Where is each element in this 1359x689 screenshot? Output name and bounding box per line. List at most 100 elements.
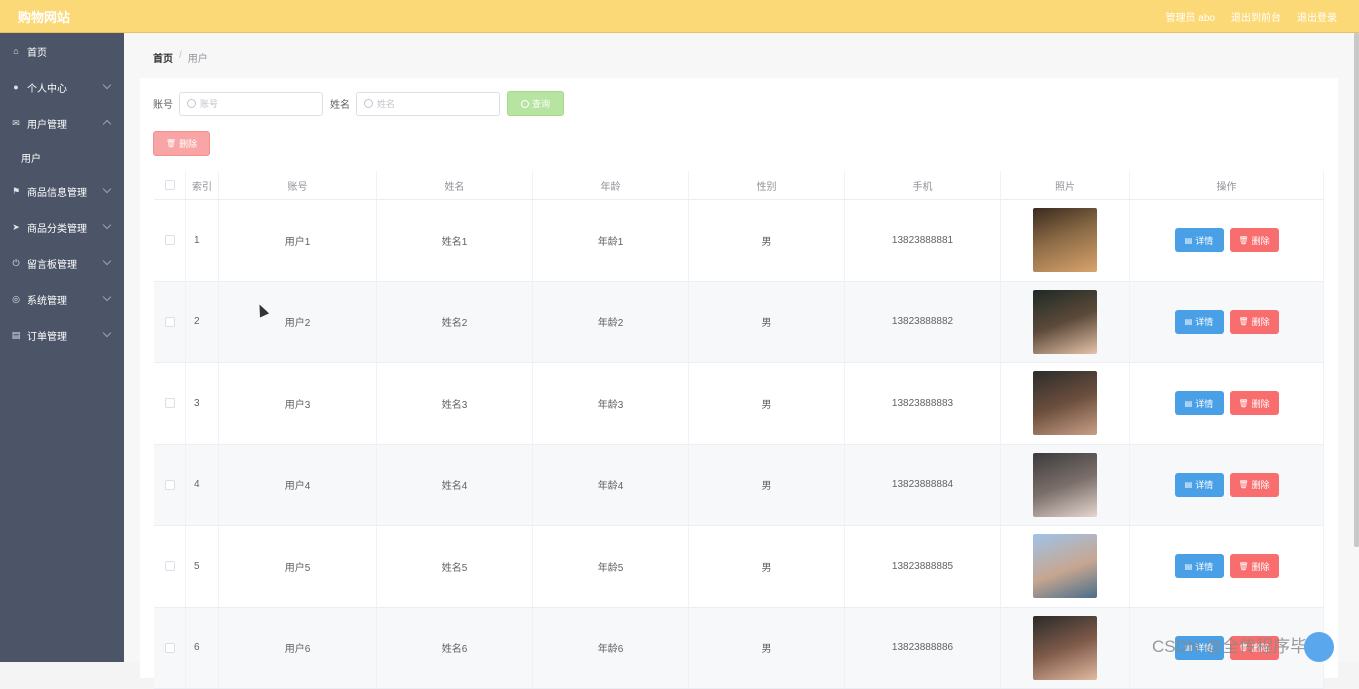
table-row: 1用户1姓名1年龄1男13823888881▤详情🗑删除 bbox=[154, 200, 1324, 282]
power-icon: ⏻ bbox=[11, 258, 21, 268]
detail-button[interactable]: ▤详情 bbox=[1175, 391, 1224, 415]
account-placeholder: 账号 bbox=[200, 97, 218, 110]
trash-icon: 🗑 bbox=[1238, 317, 1248, 326]
cell-photo bbox=[1001, 608, 1130, 689]
breadcrumb-current: 用户 bbox=[188, 50, 208, 65]
query-button[interactable]: 查询 bbox=[507, 91, 564, 116]
watermark: CSDN @全传程序毕设 bbox=[1152, 632, 1324, 657]
sidebar-item-label: 订单管理 bbox=[27, 328, 67, 343]
sidebar-item-user-management[interactable]: ✉ 用户管理 bbox=[0, 105, 124, 141]
delete-button-label: 删除 bbox=[1252, 315, 1270, 328]
admin-user-label: 管理员 abo bbox=[1166, 9, 1215, 24]
bulk-delete-label: 删除 bbox=[179, 137, 197, 150]
sidebar-item-product-info[interactable]: ⚑ 商品信息管理 bbox=[0, 173, 124, 209]
sidebar-item-home[interactable]: ⌂ 首页 bbox=[0, 33, 124, 69]
detail-button[interactable]: ▤详情 bbox=[1175, 554, 1224, 578]
row-checkbox-cell[interactable] bbox=[154, 608, 186, 689]
document-icon: ▤ bbox=[1185, 399, 1193, 408]
sidebar-item-product-category[interactable]: ➤ 商品分类管理 bbox=[0, 209, 124, 245]
delete-button-label: 删除 bbox=[1252, 397, 1270, 410]
name-placeholder: 姓名 bbox=[377, 97, 395, 110]
row-checkbox[interactable] bbox=[165, 480, 175, 490]
trash-icon: 🗑 bbox=[1238, 399, 1248, 408]
document-icon: ▤ bbox=[1185, 236, 1193, 245]
detail-button[interactable]: ▤详情 bbox=[1175, 473, 1224, 497]
trash-icon: 🗑 bbox=[1238, 562, 1248, 571]
row-checkbox-cell[interactable] bbox=[154, 200, 186, 281]
detail-button-label: 详情 bbox=[1195, 560, 1213, 573]
cell-index: 3 bbox=[186, 363, 219, 444]
user-photo bbox=[1033, 208, 1097, 272]
document-icon: ▤ bbox=[1185, 317, 1193, 326]
breadcrumb-home[interactable]: 首页 bbox=[153, 50, 173, 65]
bulk-delete-button[interactable]: 🗑 删除 bbox=[153, 131, 210, 156]
sidebar-item-system[interactable]: ◎ 系统管理 bbox=[0, 281, 124, 317]
main-content: 首页 / 用户 账号 账号 姓名 姓名 查询 🗑 删除 bbox=[124, 33, 1359, 662]
home-icon: ⌂ bbox=[11, 46, 21, 56]
table-row: 5用户5姓名5年龄5男13823888885▤详情🗑删除 bbox=[154, 526, 1324, 608]
delete-button[interactable]: 🗑 删除 bbox=[1230, 310, 1279, 334]
user-photo bbox=[1033, 290, 1097, 354]
header-photo: 照片 bbox=[1001, 171, 1130, 199]
logout-link[interactable]: 退出登录 bbox=[1297, 9, 1337, 24]
delete-button[interactable]: 🗑删除 bbox=[1230, 473, 1279, 497]
flag-icon: ⚑ bbox=[11, 186, 21, 196]
sidebar-item-message-board[interactable]: ⏻ 留言板管理 bbox=[0, 245, 124, 281]
cell-actions: ▤详情 🗑 删除 bbox=[1130, 282, 1324, 363]
row-checkbox[interactable] bbox=[165, 317, 175, 327]
row-checkbox[interactable] bbox=[165, 398, 175, 408]
header-account: 账号 bbox=[219, 171, 377, 199]
document-icon: ▤ bbox=[1185, 480, 1193, 489]
sidebar-item-orders[interactable]: ▤ 订单管理 bbox=[0, 317, 124, 353]
document-icon: ▤ bbox=[1185, 562, 1193, 571]
account-search-input[interactable]: 账号 bbox=[179, 92, 323, 116]
back-to-frontend-link[interactable]: 退出到前台 bbox=[1231, 9, 1281, 24]
row-checkbox[interactable] bbox=[165, 235, 175, 245]
chevron-down-icon bbox=[103, 257, 111, 265]
cell-actions: ▤详情 🗑 删除 bbox=[1130, 363, 1324, 444]
table-row: 6用户6姓名6年龄6男13823888886▤详情🗑删除 bbox=[154, 608, 1324, 689]
cell-name: 姓名4 bbox=[377, 445, 533, 526]
cell-phone: 13823888884 bbox=[845, 445, 1001, 526]
table-header: 索引 账号 姓名 年龄 性别 手机 照片 操作 bbox=[154, 171, 1324, 200]
cell-index: 1 bbox=[186, 200, 219, 281]
detail-button[interactable]: ▤详情 bbox=[1175, 228, 1224, 252]
search-bar: 账号 账号 姓名 姓名 查询 bbox=[153, 91, 564, 116]
cell-gender: 男 bbox=[689, 282, 845, 363]
cell-photo bbox=[1001, 282, 1130, 363]
cell-gender: 男 bbox=[689, 608, 845, 689]
row-checkbox-cell[interactable] bbox=[154, 445, 186, 526]
cell-index: 4 bbox=[186, 445, 219, 526]
user-photo bbox=[1033, 616, 1097, 680]
cell-actions: ▤详情🗑删除 bbox=[1130, 200, 1324, 281]
row-checkbox-cell[interactable] bbox=[154, 363, 186, 444]
chevron-down-icon bbox=[103, 329, 111, 337]
cell-index: 6 bbox=[186, 608, 219, 689]
cell-name: 姓名3 bbox=[377, 363, 533, 444]
header-checkbox-cell[interactable] bbox=[154, 171, 186, 199]
row-checkbox[interactable] bbox=[165, 643, 175, 653]
cell-actions: ▤详情🗑删除 bbox=[1130, 445, 1324, 526]
send-icon: ➤ bbox=[11, 222, 21, 232]
detail-button-label: 详情 bbox=[1195, 315, 1213, 328]
row-checkbox-cell[interactable] bbox=[154, 282, 186, 363]
sidebar-subitem-users[interactable]: 用户 bbox=[0, 141, 124, 173]
sidebar-item-personal-center[interactable]: ● 个人中心 bbox=[0, 69, 124, 105]
corner-badge bbox=[1304, 632, 1334, 662]
row-checkbox[interactable] bbox=[165, 561, 175, 571]
delete-button[interactable]: 🗑删除 bbox=[1230, 228, 1279, 252]
delete-button-label: 删除 bbox=[1252, 560, 1270, 573]
select-all-checkbox[interactable] bbox=[165, 180, 175, 190]
content-panel: 账号 账号 姓名 姓名 查询 🗑 删除 索引 账号 bbox=[140, 78, 1338, 678]
sidebar-item-label: 用户管理 bbox=[27, 116, 67, 131]
delete-button[interactable]: 🗑 删除 bbox=[1230, 391, 1279, 415]
name-search-input[interactable]: 姓名 bbox=[356, 92, 500, 116]
detail-button[interactable]: ▤详情 bbox=[1175, 310, 1224, 334]
delete-button[interactable]: 🗑 删除 bbox=[1230, 554, 1279, 578]
scrollbar[interactable] bbox=[1354, 33, 1359, 547]
cell-age: 年龄4 bbox=[533, 445, 689, 526]
chevron-up-icon bbox=[103, 120, 111, 128]
name-label: 姓名 bbox=[330, 96, 350, 111]
row-checkbox-cell[interactable] bbox=[154, 526, 186, 607]
cell-gender: 男 bbox=[689, 445, 845, 526]
